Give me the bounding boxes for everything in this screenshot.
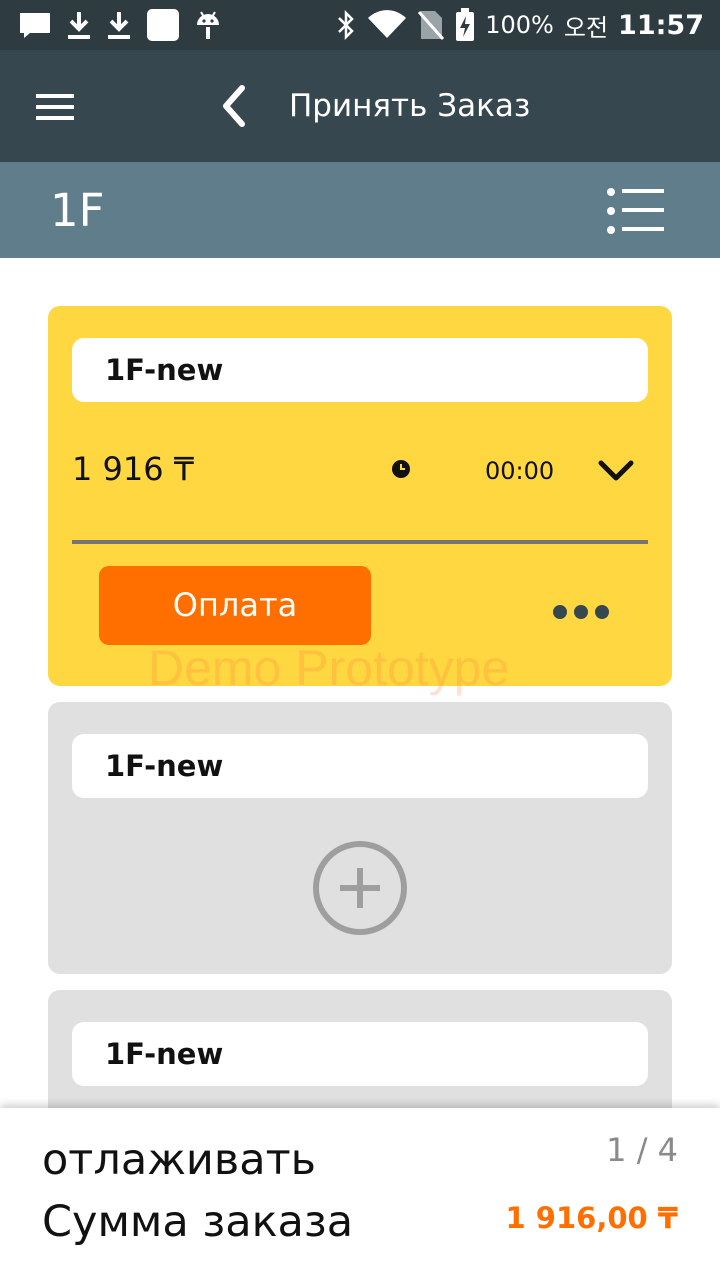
table-name: 1F (50, 184, 105, 237)
message-icon (20, 13, 50, 38)
order-name-field[interactable]: 1F-new (72, 1022, 648, 1086)
page-title: Принять Заказ (289, 88, 531, 124)
mode-label: отлаживать (42, 1135, 316, 1185)
status-bar: 100% 오전 11:57 (0, 0, 720, 50)
watermark: Demo Prototype (148, 640, 510, 696)
order-name: 1F-new (105, 749, 224, 783)
list-icon[interactable] (604, 186, 666, 236)
order-card-active[interactable]: 1F-new 1 916 ₸ 00:00 Оплата (48, 306, 672, 686)
download-icon (108, 12, 130, 39)
chevron-down-icon[interactable] (596, 456, 636, 486)
bluetooth-icon (338, 10, 355, 40)
more-options-icon[interactable] (548, 598, 614, 626)
add-circle-icon[interactable] (312, 840, 408, 936)
clock-time: 11:57 (618, 9, 704, 41)
download-icon (68, 12, 90, 39)
time-period: 오전 (563, 13, 609, 42)
order-sum-value: 1 916,00 ₸ (505, 1201, 678, 1235)
order-card[interactable]: 1F-new (48, 702, 672, 974)
order-name: 1F-new (105, 1037, 224, 1071)
battery-percent: 100% (485, 11, 554, 39)
android-icon (197, 11, 219, 39)
pay-button[interactable]: Оплата (99, 566, 371, 645)
order-name: 1F-new (105, 353, 224, 387)
status-bar-system: 100% 오전 11:57 (335, 6, 704, 44)
wifi-icon (368, 10, 407, 38)
app-bar: Принять Заказ (0, 50, 720, 162)
order-name-field[interactable]: 1F-new (72, 338, 648, 402)
order-amount: 1 916 ₸ (72, 450, 195, 488)
battery-charging-icon (456, 8, 475, 41)
order-summary: отлаживать 1 / 4 Сумма заказа 1 916,00 ₸ (0, 1108, 720, 1280)
table-header: 1F (0, 162, 720, 258)
app-square-icon (147, 9, 179, 41)
order-sum-label: Сумма заказа (42, 1197, 354, 1247)
page-indicator: 1 / 4 (606, 1131, 678, 1169)
no-sim-icon (418, 11, 445, 40)
back-arrow-icon[interactable] (210, 80, 260, 132)
status-bar-notifications (18, 8, 222, 42)
order-time: 00:00 (485, 457, 555, 485)
pay-button-label: Оплата (172, 586, 298, 624)
divider (72, 540, 648, 544)
hamburger-icon[interactable] (36, 92, 76, 122)
clock-icon (392, 460, 410, 478)
order-name-field[interactable]: 1F-new (72, 734, 648, 798)
